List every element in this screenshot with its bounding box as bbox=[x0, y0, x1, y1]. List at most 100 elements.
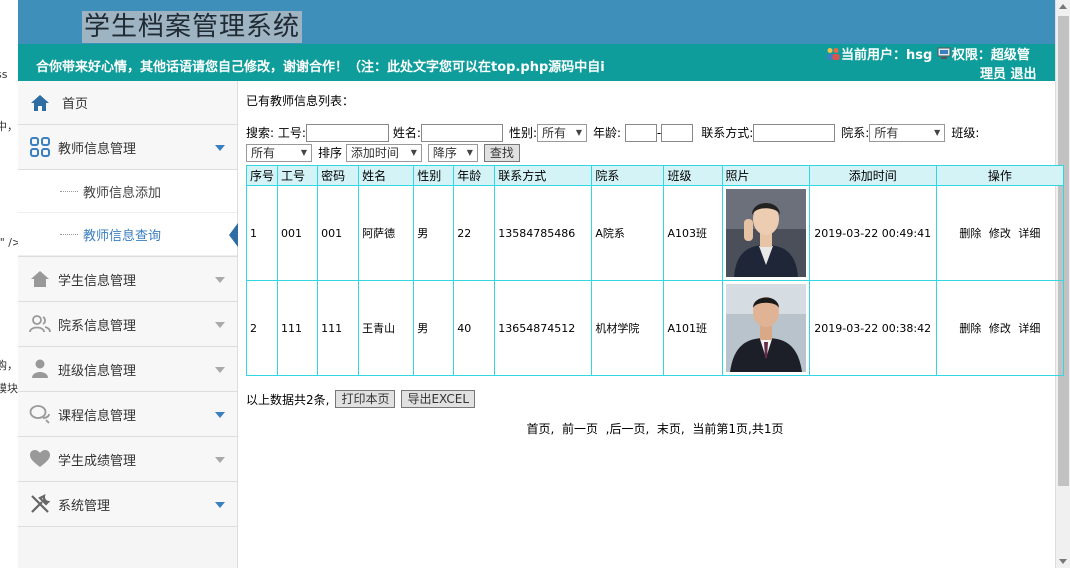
submenu-teacher-add[interactable]: 教师信息添加 bbox=[18, 170, 237, 213]
sidebar-item-teacher[interactable]: 教师信息管理 bbox=[18, 125, 237, 170]
sidebar-item-student[interactable]: 学生信息管理 bbox=[18, 257, 237, 302]
users-icon bbox=[29, 315, 51, 333]
edge-text: 购， bbox=[0, 359, 18, 372]
teacher-photo[interactable] bbox=[725, 284, 806, 372]
sidebar-item-home[interactable]: 首页 bbox=[18, 81, 237, 125]
table-row: 2 111 111 王青山 男 40 13654874512 机材学院 A101… bbox=[245, 280, 1065, 376]
submenu-teacher-query[interactable]: 教师信息查询 bbox=[18, 213, 238, 256]
person-icon bbox=[32, 359, 48, 378]
comments-icon bbox=[29, 405, 50, 424]
prev-page-link[interactable]: 前一页 bbox=[562, 422, 598, 436]
age-label: 年龄: bbox=[593, 125, 622, 140]
col-header: 添加时间 bbox=[808, 165, 937, 186]
chevron-down-icon bbox=[215, 502, 225, 508]
edge-text: 膜块 bbox=[0, 382, 18, 395]
user-info: 当前用户：hsg 权限：超级管 理员 退出 bbox=[826, 46, 1052, 84]
scroll-down-icon[interactable] bbox=[1059, 559, 1067, 564]
export-excel-button[interactable]: 导出EXCEL bbox=[401, 390, 476, 408]
cell-time: 2019-03-22 00:38:42 bbox=[808, 280, 937, 376]
col-header: 密码 bbox=[317, 165, 360, 186]
record-summary: 以上数据共2条, bbox=[246, 392, 330, 407]
main-content: 已有教师信息列表： 搜索: 工号: 姓名: 性别: 所有 年龄: - 联系方式:… bbox=[245, 90, 1065, 437]
edit-link[interactable]: 修改 bbox=[989, 227, 1011, 240]
cell-contact: 13654874512 bbox=[494, 280, 593, 376]
sort-label: 排序 bbox=[318, 145, 343, 160]
logout-link[interactable]: 退出 bbox=[1011, 67, 1037, 82]
chevron-down-icon bbox=[215, 322, 225, 328]
edge-text: 中， bbox=[0, 120, 18, 133]
sidebar-item-label: 院系信息管理 bbox=[58, 318, 137, 334]
first-page-link[interactable]: 首页, bbox=[527, 422, 555, 436]
age-min-input[interactable] bbox=[624, 123, 657, 142]
cell-actions: 删除 修改 详细 bbox=[935, 280, 1065, 376]
edit-link[interactable]: 修改 bbox=[989, 322, 1011, 335]
scroll-up-icon[interactable] bbox=[1059, 4, 1067, 9]
name-input[interactable] bbox=[420, 123, 503, 142]
class-select[interactable]: 所有 bbox=[246, 143, 312, 162]
col-header: 照片 bbox=[721, 165, 810, 186]
cell-gender: 男 bbox=[413, 185, 455, 281]
sidebar-item-label: 首页 bbox=[62, 97, 89, 112]
detail-link[interactable]: 详细 bbox=[1018, 227, 1040, 240]
cell-name: 阿萨德 bbox=[358, 185, 415, 281]
left-edge-fragments: ss 中， ;" /> 购， 膜块 bbox=[0, 0, 18, 568]
chevron-down-icon bbox=[215, 145, 225, 151]
col-header: 联系方式 bbox=[494, 165, 593, 186]
user-role: 权限：超级管 bbox=[951, 48, 1030, 63]
cell-actions: 删除 修改 详细 bbox=[935, 185, 1065, 281]
cell-dept: A院系 bbox=[591, 185, 665, 281]
gender-select[interactable]: 所有 bbox=[537, 123, 588, 142]
marquee-text: 合你带来好心情，其他话语请您自己修改，谢谢合作！（注：此处文字您可以在top.p… bbox=[36, 60, 605, 75]
contact-input[interactable] bbox=[753, 123, 836, 142]
edge-text: ss bbox=[0, 68, 8, 81]
col-header: 序号 bbox=[245, 165, 279, 186]
last-page-link[interactable]: 末页, bbox=[657, 422, 685, 436]
teacher-submenu: 教师信息添加 教师信息查询 bbox=[18, 170, 238, 257]
col-header: 姓名 bbox=[358, 165, 415, 186]
sidebar-item-class[interactable]: 班级信息管理 bbox=[18, 347, 237, 392]
sidebar-item-department[interactable]: 院系信息管理 bbox=[18, 302, 237, 347]
cell-dept: 机材学院 bbox=[591, 280, 665, 376]
age-max-input[interactable] bbox=[661, 123, 694, 142]
id-label: 工号: bbox=[277, 125, 306, 140]
id-input[interactable] bbox=[305, 123, 389, 142]
sort-select[interactable]: 添加时间 bbox=[345, 143, 422, 162]
cell-name: 王青山 bbox=[358, 280, 415, 376]
header: 学生档案管理系统 合你带来好心情，其他话语请您自己修改，谢谢合作！（注：此处文字… bbox=[18, 0, 1055, 84]
cell-contact: 13584785486 bbox=[494, 185, 593, 281]
page: ss 中， ;" /> 购， 膜块 学生档案管理系统 合你带来好心情，其他话语请… bbox=[0, 0, 1070, 568]
search-form: 搜索: 工号: 姓名: 性别: 所有 年龄: - 联系方式: 院系: 所有 班级… bbox=[246, 123, 1046, 162]
dept-select[interactable]: 所有 bbox=[869, 123, 946, 142]
dept-label: 院系: bbox=[841, 125, 870, 140]
sidebar-item-score[interactable]: 学生成绩管理 bbox=[18, 437, 237, 482]
sidebar-item-course[interactable]: 课程信息管理 bbox=[18, 392, 237, 437]
print-button[interactable]: 打印本页 bbox=[335, 390, 396, 408]
next-page-link[interactable]: ,后一页, bbox=[606, 422, 650, 436]
delete-link[interactable]: 删除 bbox=[959, 227, 981, 240]
detail-link[interactable]: 详细 bbox=[1018, 322, 1040, 335]
col-header: 年龄 bbox=[453, 165, 496, 186]
col-header: 工号 bbox=[277, 165, 319, 186]
chevron-down-icon bbox=[215, 277, 225, 283]
home-icon bbox=[31, 94, 49, 111]
cell-no: 1 bbox=[245, 185, 279, 281]
cell-no: 2 bbox=[245, 280, 279, 376]
table-header-row: 序号 工号 密码 姓名 性别 年龄 联系方式 院系 班级 照片 添加时间 操作 bbox=[245, 165, 1065, 186]
sidebar-item-system[interactable]: 系统管理 bbox=[18, 482, 237, 527]
chevron-down-icon bbox=[215, 457, 225, 463]
search-button[interactable]: 查找 bbox=[483, 143, 520, 162]
order-select[interactable]: 降序 bbox=[427, 143, 478, 162]
chevron-down-icon bbox=[215, 367, 225, 373]
cell-class: A103班 bbox=[663, 185, 723, 281]
edge-text: ;" /> bbox=[0, 236, 18, 249]
col-header: 院系 bbox=[591, 165, 665, 186]
teacher-photo[interactable] bbox=[725, 189, 806, 277]
list-caption: 已有教师信息列表： bbox=[246, 94, 355, 108]
current-user: 当前用户：hsg bbox=[841, 48, 933, 63]
house-icon bbox=[31, 271, 49, 287]
sidebar-item-label: 学生信息管理 bbox=[58, 273, 137, 289]
class-label: 班级: bbox=[951, 125, 980, 140]
teacher-table: 序号 工号 密码 姓名 性别 年龄 联系方式 院系 班级 照片 添加时间 操作 … bbox=[245, 165, 1065, 376]
cell-gender: 男 bbox=[413, 280, 455, 376]
delete-link[interactable]: 删除 bbox=[959, 322, 981, 335]
